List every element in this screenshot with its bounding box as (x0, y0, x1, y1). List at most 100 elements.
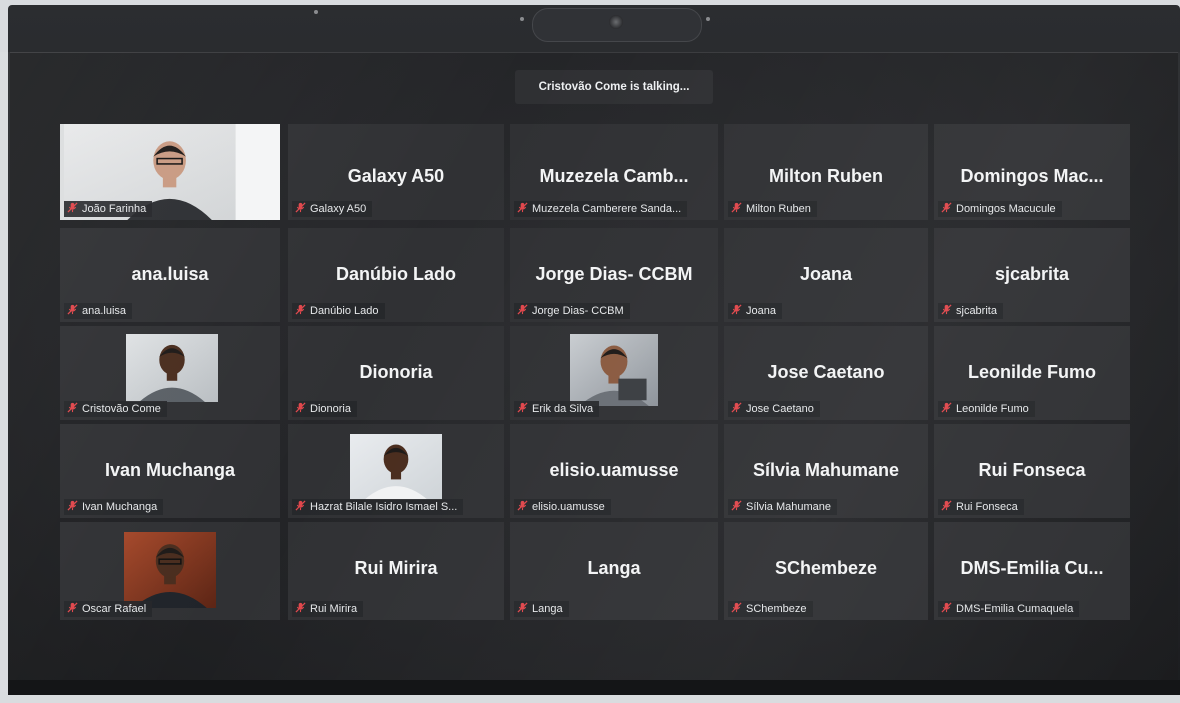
participant-name-label: Leonilde Fumo (956, 403, 1029, 415)
participant-name-label: Domingos Macucule (956, 203, 1056, 215)
participant-name-tag: Leonilde Fumo (938, 401, 1035, 417)
muted-mic-icon (67, 402, 78, 413)
muted-mic-icon (517, 304, 528, 315)
participant-display-name: Domingos Mac... (960, 166, 1104, 186)
participant-tile[interactable]: Milton Ruben Milton Ruben (724, 124, 928, 220)
muted-mic-icon (517, 602, 528, 613)
participant-tile[interactable]: Rui Fonseca Rui Fonseca (934, 424, 1130, 518)
participant-display-name: Muzezela Camb... (539, 166, 689, 186)
participant-name-tag: sjcabrita (938, 303, 1003, 319)
participant-tile[interactable]: João Farinha (60, 124, 280, 220)
participant-display-name: Sílvia Mahumane (752, 460, 900, 480)
participant-name-label: Erik da Silva (532, 403, 594, 415)
muted-mic-icon (941, 500, 952, 511)
participant-tile[interactable]: Cristovão Come (60, 326, 280, 420)
participant-tile[interactable]: Erik da Silva (510, 326, 718, 420)
participant-tile[interactable]: DMS-Emilia Cu... DMS-Emilia Cumaquela (934, 522, 1130, 620)
participant-name-tag: Rui Mirira (292, 601, 364, 617)
participant-tile[interactable]: Langa Langa (510, 522, 718, 620)
participant-tile[interactable]: elisio.uamusse elisio.uamusse (510, 424, 718, 518)
participant-name-label: Ivan Muchanga (82, 501, 158, 513)
participant-tile[interactable]: Jose Caetano Jose Caetano (724, 326, 928, 420)
participant-tile[interactable]: Oscar Rafael (60, 522, 280, 620)
muted-mic-icon (941, 402, 952, 413)
muted-mic-icon (731, 202, 742, 213)
participant-tile[interactable]: Rui Mirira Rui Mirira (288, 522, 504, 620)
muted-mic-icon (67, 500, 78, 511)
participant-display-name: Danúbio Lado (336, 264, 456, 284)
participant-video (570, 334, 658, 406)
participant-display-name: SChembeze (774, 558, 878, 578)
participant-name-label: SChembeze (746, 603, 807, 615)
muted-mic-icon (295, 602, 306, 613)
participant-name-tag: Galaxy A50 (292, 201, 373, 217)
participant-display-name: Jorge Dias- CCBM (535, 264, 693, 284)
participant-display-name: Rui Mirira (354, 558, 438, 578)
participant-name-label: Langa (532, 603, 563, 615)
participant-tile[interactable]: Danúbio Lado Danúbio Lado (288, 228, 504, 322)
participant-tile[interactable]: Leonilde Fumo Leonilde Fumo (934, 326, 1130, 420)
participant-tile[interactable]: Hazrat Bilale Isidro Ismael S... (288, 424, 504, 518)
participant-tile[interactable]: Joana Joana (724, 228, 928, 322)
participant-name-label: DMS-Emilia Cumaquela (956, 603, 1074, 615)
muted-mic-icon (731, 500, 742, 511)
participant-tile[interactable]: Dionoria Dionoria (288, 326, 504, 420)
participant-display-name: Ivan Muchanga (104, 460, 236, 480)
participant-name-tag: Erik da Silva (514, 401, 600, 417)
participant-name-tag: Langa (514, 601, 569, 617)
participant-display-name: Rui Fonseca (978, 460, 1086, 480)
participant-tile[interactable]: Jorge Dias- CCBM Jorge Dias- CCBM (510, 228, 718, 322)
participant-tile[interactable]: Galaxy A50 Galaxy A50 (288, 124, 504, 220)
participant-name-label: Jose Caetano (746, 403, 814, 415)
participant-tile[interactable]: Ivan Muchanga Ivan Muchanga (60, 424, 280, 518)
participant-tile[interactable]: Muzezela Camb... Muzezela Camberere Sand… (510, 124, 718, 220)
participant-name-label: ana.luisa (82, 305, 127, 317)
participant-name-tag: Hazrat Bilale Isidro Ismael S... (292, 499, 464, 515)
participant-tile[interactable]: sjcabrita sjcabrita (934, 228, 1130, 322)
participant-name-label: Hazrat Bilale Isidro Ismael S... (310, 501, 458, 513)
muted-mic-icon (67, 304, 78, 315)
muted-mic-icon (941, 304, 952, 315)
participant-name-tag: ana.luisa (64, 303, 133, 319)
participant-name-label: Galaxy A50 (310, 203, 367, 215)
participant-name-tag: Danúbio Lado (292, 303, 385, 319)
participant-name-label: Rui Fonseca (956, 501, 1018, 513)
participant-name-label: Oscar Rafael (82, 603, 147, 615)
participant-name-label: Muzezela Camberere Sanda... (532, 203, 682, 215)
bezel-dot (314, 10, 318, 14)
muted-mic-icon (731, 304, 742, 315)
participant-name-tag: DMS-Emilia Cumaquela (938, 601, 1080, 617)
participant-video (350, 434, 442, 500)
participant-name-label: Jorge Dias- CCBM (532, 305, 624, 317)
participant-display-name: Joana (799, 264, 853, 284)
participant-name-tag: elisio.uamusse (514, 499, 611, 515)
muted-mic-icon (67, 602, 78, 613)
muted-mic-icon (295, 202, 306, 213)
participant-name-tag: Cristovão Come (64, 401, 167, 417)
participant-display-name: Jose Caetano (767, 362, 885, 382)
muted-mic-icon (517, 500, 528, 511)
bezel-dot (706, 17, 710, 21)
muted-mic-icon (941, 602, 952, 613)
participant-name-tag: Sílvia Mahumane (728, 499, 837, 515)
participant-display-name: elisio.uamusse (549, 460, 679, 480)
participant-display-name: Galaxy A50 (347, 166, 445, 186)
participant-name-tag: Oscar Rafael (64, 601, 153, 617)
talking-indicator-text: Cristovão Come is talking... (538, 81, 690, 93)
muted-mic-icon (731, 402, 742, 413)
participant-display-name: DMS-Emilia Cu... (960, 558, 1104, 578)
participant-tile[interactable]: ana.luisa ana.luisa (60, 228, 280, 322)
participant-tile[interactable]: Sílvia Mahumane Sílvia Mahumane (724, 424, 928, 518)
participant-name-tag: Jorge Dias- CCBM (514, 303, 630, 319)
participant-name-tag: Jose Caetano (728, 401, 820, 417)
participant-video (124, 532, 216, 608)
participant-display-name: Langa (587, 558, 641, 578)
participant-tile[interactable]: SChembeze SChembeze (724, 522, 928, 620)
participant-tile[interactable]: Domingos Mac... Domingos Macucule (934, 124, 1130, 220)
participant-name-label: Milton Ruben (746, 203, 811, 215)
muted-mic-icon (295, 402, 306, 413)
muted-mic-icon (295, 500, 306, 511)
participant-name-label: sjcabrita (956, 305, 997, 317)
muted-mic-icon (517, 202, 528, 213)
participant-name-label: Rui Mirira (310, 603, 358, 615)
